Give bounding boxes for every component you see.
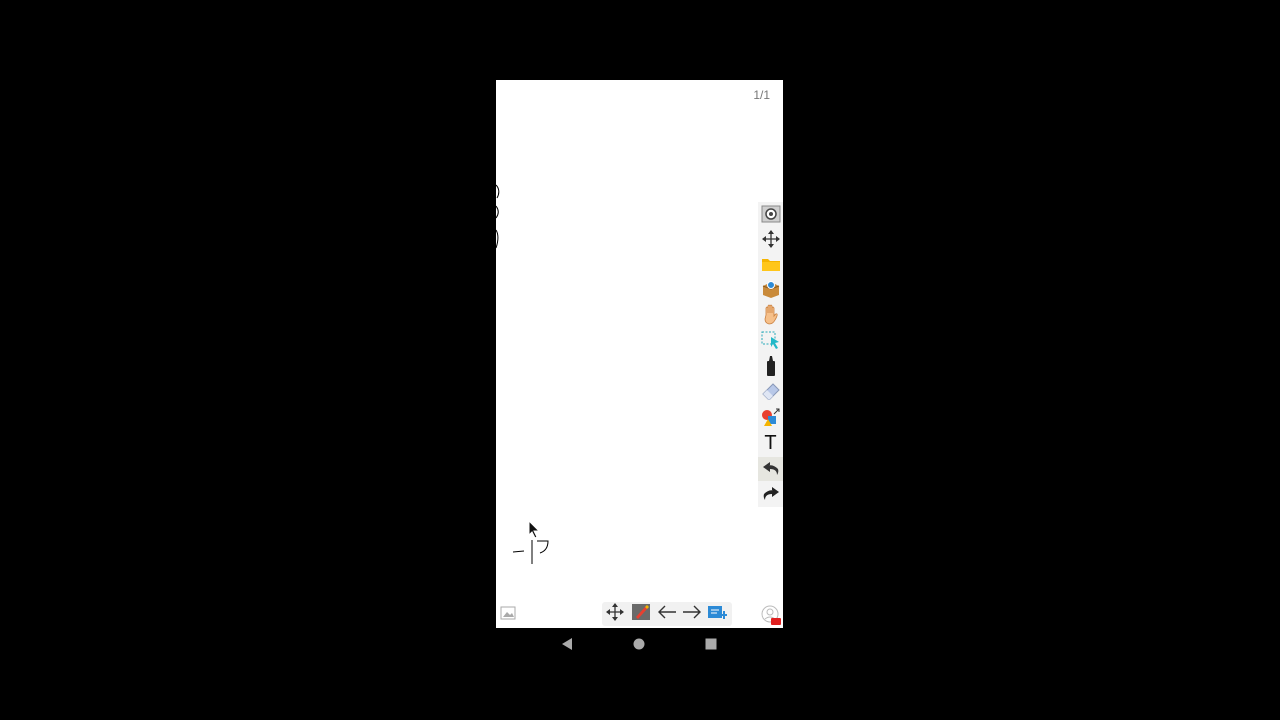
hand-icon xyxy=(761,303,781,325)
eraser-icon xyxy=(761,382,781,400)
settings-button[interactable] xyxy=(758,202,783,226)
gear-icon xyxy=(761,205,781,223)
insert-object-button[interactable] xyxy=(758,277,783,301)
back-button[interactable] xyxy=(557,636,577,656)
add-page-icon xyxy=(707,603,727,626)
add-page-button[interactable] xyxy=(704,602,729,626)
right-toolbar: T xyxy=(758,202,783,507)
back-icon xyxy=(561,637,573,656)
screen-draw-button[interactable] xyxy=(628,602,653,626)
select-button[interactable] xyxy=(758,328,783,352)
recents-icon xyxy=(705,637,717,655)
arrow-left-icon xyxy=(657,605,677,624)
page-counter: 1/1 xyxy=(753,88,770,102)
redo-icon xyxy=(761,486,781,502)
select-cursor-icon xyxy=(761,330,781,350)
next-page-button[interactable] xyxy=(679,602,704,626)
undo-button[interactable] xyxy=(758,457,783,481)
move-arrows-icon xyxy=(761,229,781,249)
open-folder-button[interactable] xyxy=(758,252,783,276)
folder-icon xyxy=(761,256,781,272)
mouse-cursor xyxy=(528,519,542,540)
home-button[interactable] xyxy=(629,636,649,656)
move-canvas-button[interactable] xyxy=(602,602,627,626)
package-icon xyxy=(761,279,781,299)
screen-draw-icon xyxy=(631,602,651,627)
arrow-right-icon xyxy=(682,605,702,624)
pen-button[interactable] xyxy=(758,354,783,378)
text-icon: T xyxy=(764,431,777,454)
image-icon xyxy=(500,606,516,625)
page-navigation-group xyxy=(602,602,732,626)
move-arrows-icon xyxy=(605,602,625,627)
record-button[interactable] xyxy=(761,605,781,625)
insert-image-button[interactable] xyxy=(500,605,516,621)
android-nav-bar xyxy=(496,628,783,664)
cursor-arrow-icon xyxy=(528,519,541,539)
recents-button[interactable] xyxy=(701,636,721,656)
pan-hand-button[interactable] xyxy=(758,302,783,326)
undo-icon xyxy=(761,461,781,477)
text-button[interactable]: T xyxy=(758,431,783,455)
redo-button[interactable] xyxy=(758,482,783,506)
move-button[interactable] xyxy=(758,227,783,251)
whiteboard-canvas[interactable]: 1/1 T xyxy=(496,80,783,628)
previous-page-button[interactable] xyxy=(654,602,679,626)
home-icon xyxy=(633,637,645,655)
canvas-drawing xyxy=(496,184,549,564)
shapes-button[interactable] xyxy=(758,405,783,429)
shapes-icon xyxy=(761,407,781,427)
eraser-button[interactable] xyxy=(758,379,783,403)
marker-pen-icon xyxy=(764,355,778,377)
bottom-bar xyxy=(496,600,783,628)
record-icon xyxy=(761,605,781,628)
